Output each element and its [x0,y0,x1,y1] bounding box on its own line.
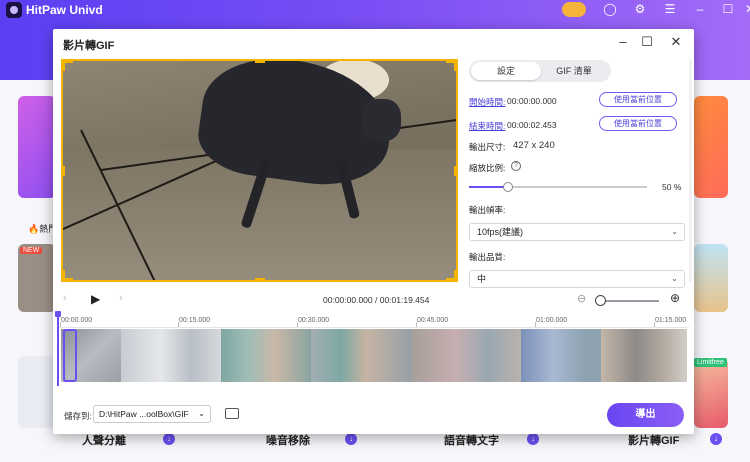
video-subject [361,99,401,141]
zoom-slider-knob[interactable] [595,295,606,306]
output-size-label: 輸出尺寸: [469,142,506,152]
chevron-down-icon: ⌄ [671,274,678,283]
settings-icon[interactable]: ⚙ [632,2,648,16]
ruler-label: 00:30.000 [298,317,330,324]
scale-slider[interactable] [469,182,647,192]
start-time-value: 00:00:00.000 [507,96,557,106]
ruler-label: 00:45.000 [417,317,449,324]
ruler-label: 00:00.000 [61,317,93,324]
tab-settings[interactable]: 設定 [471,62,541,80]
download-icon[interactable]: ↓ [710,433,722,445]
settings-scrollbar[interactable] [689,59,692,282]
tool-speech-to-text[interactable]: 語音轉文字 [444,432,499,448]
ruler-label: 01:15.000 [655,317,687,324]
quality-select[interactable]: 中 ⌄ [469,270,685,288]
chevron-down-icon: ⌄ [198,409,205,418]
thumbnail-frame [121,329,221,382]
ruler-label: 00:15.000 [179,317,211,324]
trim-range-handle[interactable] [63,329,77,382]
zoom-in-icon[interactable]: ⊕ [670,291,680,305]
close-icon[interactable]: ✕ [668,34,684,50]
framerate-select[interactable]: 10fps(建議) ⌄ [469,223,685,241]
save-to-label: 儲存到: [64,411,92,421]
quality-value: 中 [477,274,487,284]
video-to-gif-dialog: 影片轉GIF – ☐ ✕ 設定 GIF 清單 開始時間: 00:00:00.00… [53,29,694,434]
maximize-icon[interactable]: ☐ [720,2,736,16]
save-path-select[interactable]: D:\HitPaw ...oolBox\GIF ⌄ [93,405,211,423]
play-icon[interactable]: ▶ [91,292,100,306]
thumbnail-frame [601,329,687,382]
end-time-label[interactable]: 結束時間: [469,120,505,132]
app-logo-icon [6,2,22,18]
minimize-icon[interactable]: – [615,34,631,49]
video-preview[interactable] [61,59,458,282]
thumbnail-strip[interactable] [61,329,687,382]
scale-label: 縮放比例: [469,163,506,173]
download-icon[interactable]: ↓ [163,433,175,445]
export-button[interactable]: 導出 [607,403,684,427]
download-icon[interactable]: ↓ [527,433,539,445]
timeline-ruler[interactable]: 00:00.000 00:15.000 00:30.000 00:45.000 … [57,314,689,328]
limitfree-badge: Limitfree [694,358,727,367]
playhead[interactable] [57,312,59,386]
start-time-label[interactable]: 開始時間: [469,96,505,108]
scale-value: 50 % [662,182,682,192]
framerate-label: 輸出幀率: [469,205,506,215]
tool-noise-remover[interactable]: 噪音移除 [266,432,310,448]
folder-icon[interactable] [225,408,239,419]
ruler-label: 01:00.000 [536,317,568,324]
thumbnail-frame [221,329,311,382]
chevron-down-icon: ⌄ [671,227,678,236]
end-time-value: 00:00:02.453 [507,120,557,130]
bg-tool-card[interactable] [18,244,56,312]
dialog-title: 影片轉GIF [63,40,115,52]
thumbnail-frame [311,329,411,382]
thumbnail-frame [411,329,521,382]
shop-cart-icon[interactable] [562,2,586,17]
playhead-handle[interactable] [55,311,61,317]
time-display: 00:00:00.000 / 00:01:19.454 [323,295,430,305]
use-current-start-button[interactable]: 使用當前位置 [599,92,677,107]
settings-tabs: 設定 GIF 清單 [469,60,611,82]
app-title: HitPaw Univd [26,3,103,17]
bg-tool-card[interactable] [694,358,728,428]
output-size-value: 427 x 240 [513,140,555,151]
prev-frame-icon[interactable]: ‹ [63,292,67,304]
menu-icon[interactable]: ☰ [662,2,678,16]
bg-tool-card[interactable] [18,356,56,428]
tab-gif-list[interactable]: GIF 清單 [539,62,609,80]
help-icon[interactable]: ? [511,161,521,171]
next-frame-icon[interactable]: › [119,292,123,304]
scale-slider-knob[interactable] [503,182,513,192]
account-icon[interactable]: ◯ [602,2,618,16]
download-icon[interactable]: ↓ [345,433,357,445]
maximize-icon[interactable]: ☐ [639,34,655,50]
save-path-value: D:\HitPaw ...oolBox\GIF [99,409,189,419]
use-current-end-button[interactable]: 使用當前位置 [599,116,677,131]
tool-video-to-gif[interactable]: 影片轉GIF [628,432,679,448]
bg-feature-card[interactable] [18,96,56,198]
framerate-value: 10fps(建議) [477,227,524,237]
tool-vocal-remover[interactable]: 人聲分離 [82,432,126,448]
bg-tool-card[interactable] [694,244,728,312]
zoom-slider[interactable] [599,300,659,302]
minimize-icon[interactable]: – [692,2,708,16]
thumbnail-frame [521,329,601,382]
bg-feature-card[interactable] [694,96,728,198]
quality-label: 輸出品質: [469,252,506,262]
close-app-icon[interactable]: ✕ [742,2,750,16]
zoom-out-icon[interactable]: ⊖ [577,292,586,305]
new-badge: NEW [20,247,43,254]
